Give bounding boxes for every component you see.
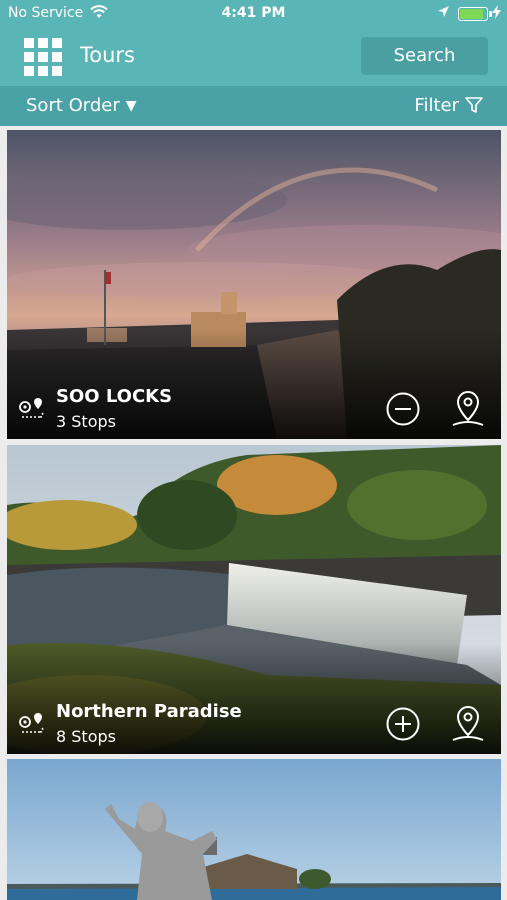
navigation-bar: Tours Search (0, 28, 507, 86)
location-arrow-icon (437, 5, 450, 22)
tour-stop-count: 3 Stops (56, 412, 116, 431)
battery-icon (458, 7, 492, 21)
filter-button[interactable]: Filter (414, 95, 483, 116)
app-header: No Service 4:41 PM Tours Search (0, 0, 507, 86)
minus-circle-icon[interactable] (386, 392, 420, 426)
map-pin-icon[interactable] (450, 704, 486, 742)
tour-name: SOO LOCKS (56, 386, 173, 407)
tour-stop-count: 8 Stops (56, 727, 116, 746)
tour-card[interactable] (7, 759, 501, 900)
plus-circle-icon[interactable] (386, 707, 420, 741)
route-icon (19, 713, 44, 733)
page-title: Tours (80, 43, 135, 67)
sort-filter-bar: Sort Order ▼ Filter (0, 86, 507, 126)
tour-card[interactable]: Northern Paradise 8 Stops (7, 445, 501, 754)
filter-label: Filter (414, 95, 459, 116)
grid-menu-icon[interactable] (24, 38, 62, 76)
sort-order-label: Sort Order (26, 95, 120, 116)
tour-name: Northern Paradise (56, 701, 242, 722)
charging-bolt-icon (492, 5, 501, 23)
status-bar: No Service 4:41 PM (0, 0, 507, 28)
funnel-icon (465, 97, 483, 113)
tour-photo (7, 759, 501, 900)
caret-down-icon: ▼ (125, 98, 137, 114)
map-pin-icon[interactable] (450, 389, 486, 427)
status-time: 4:41 PM (221, 5, 286, 21)
search-button[interactable]: Search (361, 37, 488, 75)
sort-order-dropdown[interactable]: Sort Order ▼ (26, 95, 137, 116)
route-icon (19, 398, 44, 418)
tour-card[interactable]: SOO LOCKS 3 Stops (7, 130, 501, 439)
